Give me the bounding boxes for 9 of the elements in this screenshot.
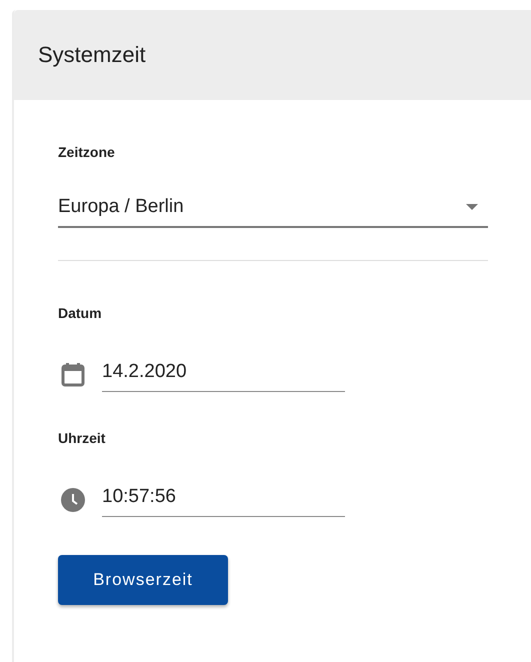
timezone-select[interactable]: Europa / Berlin bbox=[58, 196, 488, 228]
field-label: Zeitzone bbox=[58, 144, 115, 160]
card-title: Systemzeit bbox=[38, 42, 146, 68]
browser-time-button[interactable]: Browserzeit bbox=[58, 555, 228, 605]
clock-icon bbox=[60, 486, 86, 512]
field-label: Datum bbox=[58, 305, 102, 321]
field-label: Uhrzeit bbox=[58, 430, 106, 446]
caret-icon bbox=[466, 204, 478, 210]
calendar-icon bbox=[60, 362, 86, 388]
